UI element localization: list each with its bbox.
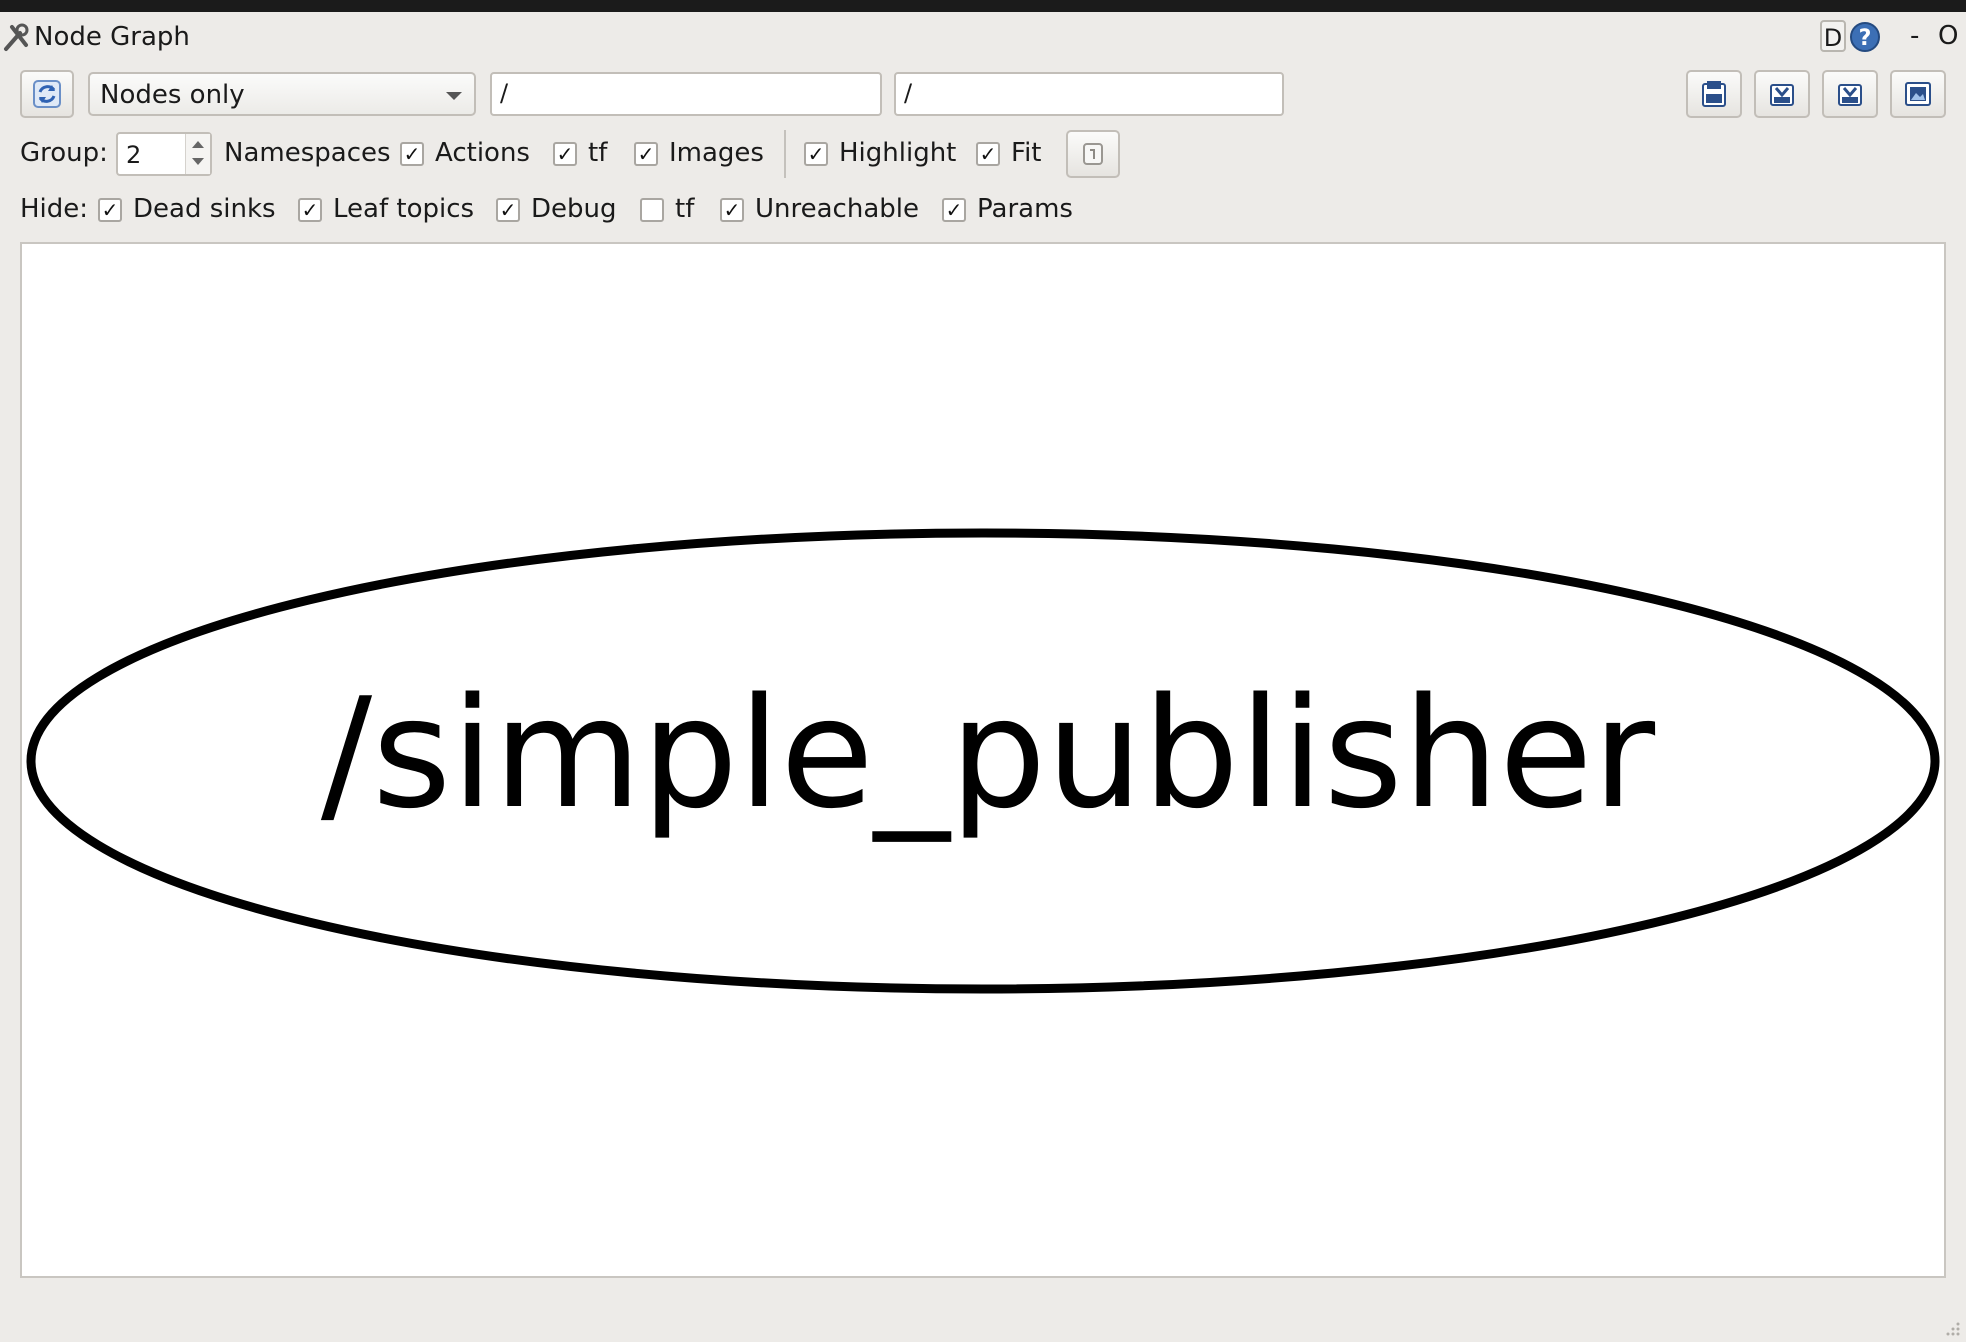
group-value: 2 [126,141,142,169]
node-filter-input[interactable]: / [490,72,882,116]
highlight-label: Highlight [839,138,957,168]
resize-grip-icon[interactable] [1944,1320,1962,1338]
dock-title: Node Graph [34,22,190,52]
dead-sinks-label: Dead sinks [133,194,276,224]
spin-buttons[interactable] [185,134,210,174]
hide-tf-checkbox[interactable] [640,198,664,222]
save-svg-icon [1838,84,1862,106]
chevron-down-icon [446,92,462,100]
minimize-button[interactable]: - [1910,22,1919,50]
float-button[interactable]: O [1938,22,1958,50]
fit-view-button[interactable] [1066,130,1120,178]
topic-filter-input[interactable]: / [894,72,1284,116]
graph-canvas[interactable]: /simple_publisher [20,242,1946,1278]
hide-tf-label: tf [675,194,695,224]
save-dot-button[interactable] [1754,70,1810,118]
fit-checkbox[interactable]: ✓ [976,142,1000,166]
arrow-down-icon[interactable] [192,158,204,165]
arrow-up-icon[interactable] [192,141,204,148]
toolbar-row: Nodes only / / [0,68,1966,120]
debug-label: Debug [531,194,617,224]
save-image-icon [1905,82,1931,106]
graph-mode-select[interactable]: Nodes only [88,72,476,116]
refresh-button[interactable] [20,70,74,118]
save-dot-icon [1770,84,1794,106]
fit-label: Fit [1011,138,1042,168]
hide-row: Hide: ✓ Dead sinks ✓ Leaf topics ✓ Debug… [0,190,1966,230]
highlight-checkbox[interactable]: ✓ [804,142,828,166]
dead-sinks-checkbox[interactable]: ✓ [98,198,122,222]
window-title-bar [0,0,1966,12]
save-image-button[interactable] [1890,70,1946,118]
actions-label: Actions [435,138,530,168]
params-checkbox[interactable]: ✓ [942,198,966,222]
namespaces-checkbox[interactable]: ✓ [400,142,424,166]
group-spinbox[interactable]: 2 [116,132,212,176]
actions-checkbox[interactable]: ✓ [553,142,577,166]
leaf-topics-label: Leaf topics [333,194,475,224]
separator [784,130,786,178]
hide-label: Hide: [20,194,89,224]
unreachable-checkbox[interactable]: ✓ [720,198,744,222]
help-icon[interactable]: ? [1848,20,1882,54]
debug-checkbox[interactable]: ✓ [496,198,520,222]
namespaces-label: Namespaces [224,138,391,168]
graph-svg: /simple_publisher [26,528,1940,994]
fit-in-view-icon [1083,143,1103,165]
tf-checkbox[interactable]: ✓ [634,142,658,166]
dock-title-bar: Node Graph D ? - O [0,12,1966,62]
graph-node-label: /simple_publisher [321,665,1656,842]
tf-label: tf [588,138,608,168]
wrench-icon [4,23,29,51]
load-dot-button[interactable] [1686,70,1742,118]
save-svg-button[interactable] [1822,70,1878,118]
leaf-topics-checkbox[interactable]: ✓ [298,198,322,222]
debug-button[interactable]: D [1820,20,1846,52]
graph-mode-value: Nodes only [100,80,245,110]
load-icon [1702,81,1726,107]
options-row: Group: 2 Namespaces ✓ Actions ✓ tf ✓ Ima… [0,128,1966,180]
images-label: Images [669,138,764,168]
params-label: Params [977,194,1073,224]
unreachable-label: Unreachable [755,194,919,224]
group-label: Group: [20,138,108,168]
svg-text:?: ? [1859,26,1872,51]
refresh-icon [33,80,61,108]
